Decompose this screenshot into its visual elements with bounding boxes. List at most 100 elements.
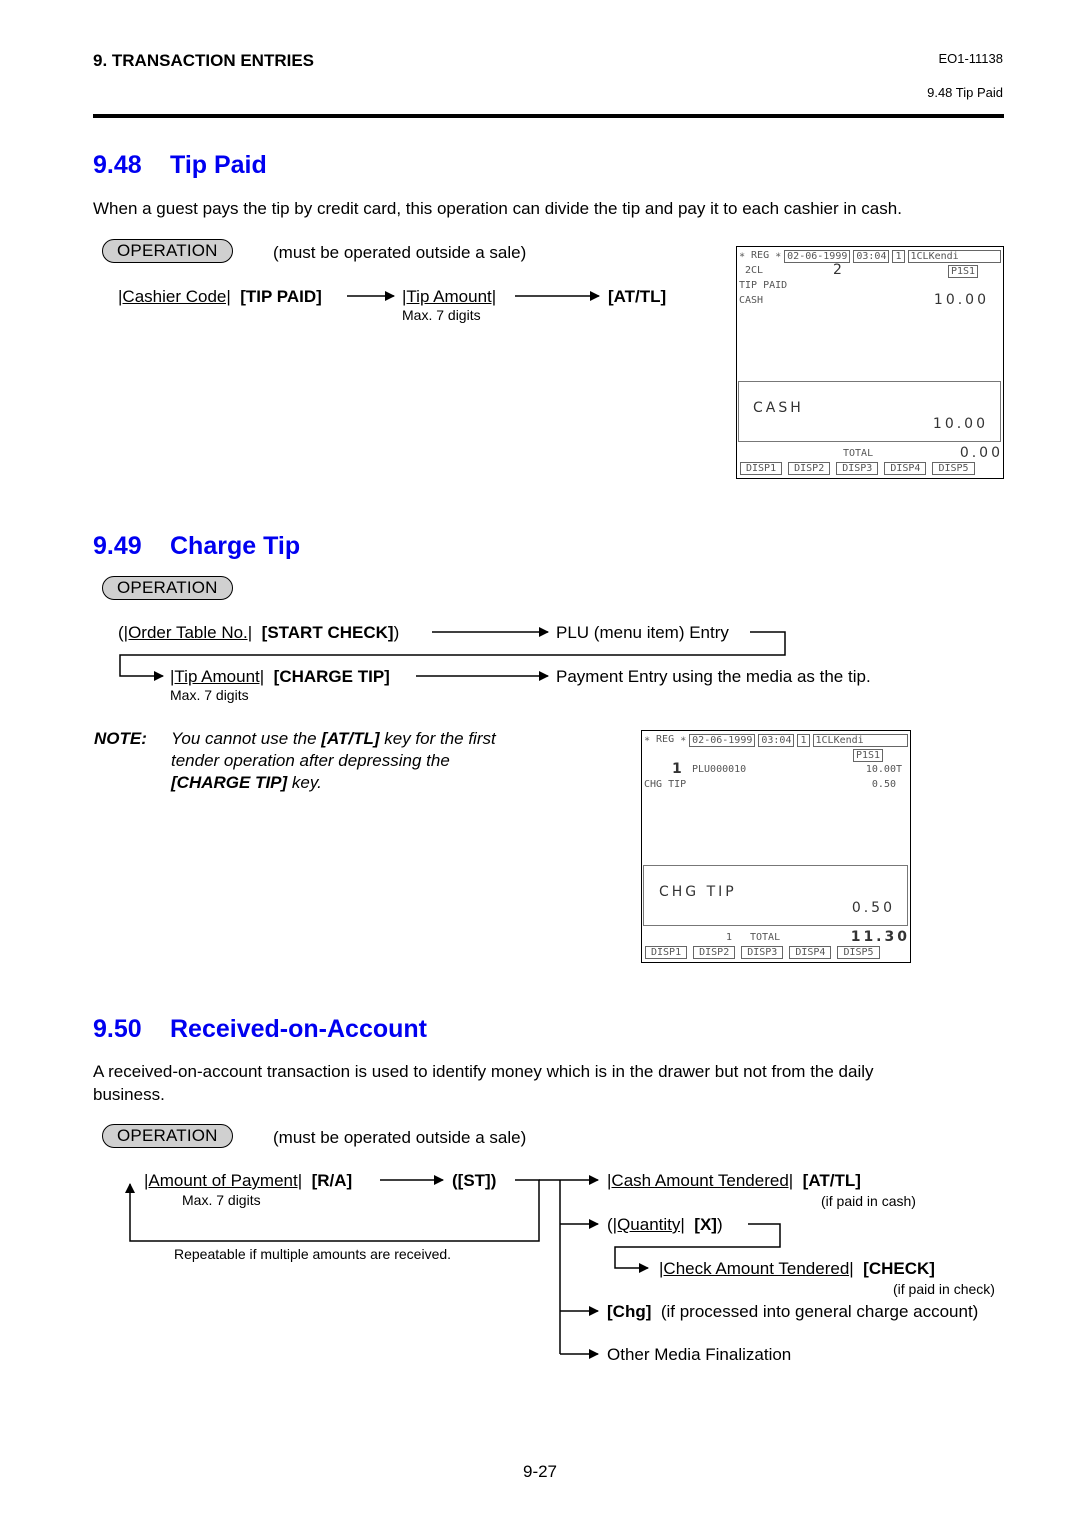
screen-date: 02-06-1999 xyxy=(689,734,756,747)
operation-badge: OPERATION xyxy=(102,239,233,263)
disp-button-bar: DISP1 DISP2 DISP3 DISP4 DISP5 xyxy=(740,462,975,475)
note-key-at-tl: [AT/TL] xyxy=(321,729,380,748)
cashier-code-entry: |Cashier Code| xyxy=(118,287,231,306)
total-count: 1 xyxy=(726,932,733,943)
quantity-step: (|Quantity| [X]) xyxy=(607,1215,723,1235)
at-tl-key: [AT/TL] xyxy=(608,287,667,306)
screen-terminal: 1 xyxy=(797,734,810,747)
section-title-received-on-account: 9.50 Received-on-Account xyxy=(93,1015,427,1044)
section-number: 9.48 xyxy=(93,151,142,179)
total-value: 0.00 xyxy=(959,445,1003,461)
lcd-display: CHG TIP 0.50 xyxy=(643,865,908,926)
st-key: ([ST]) xyxy=(452,1171,497,1190)
section-number: 9.50 xyxy=(93,1015,142,1043)
total-label: TOTAL xyxy=(750,932,781,943)
screen-terminal: 1 xyxy=(892,250,905,263)
section-heading: Received-on-Account xyxy=(170,1015,427,1043)
disp2-button[interactable]: DISP2 xyxy=(693,946,736,959)
ra-key: [R/A] xyxy=(311,1171,353,1190)
screen-count: 2 xyxy=(833,262,845,278)
chapter-title: 9. TRANSACTION ENTRIES xyxy=(93,51,315,70)
amount-of-payment-entry: |Amount of Payment| xyxy=(144,1171,303,1190)
at-tl-key: [AT/TL] xyxy=(802,1171,861,1190)
screen-mode: ∗ REG ∗ xyxy=(644,734,687,745)
note-block: NOTE: You cannot use the [AT/TL] key for … xyxy=(94,728,496,794)
screen-price-level: P1S1 xyxy=(853,749,884,762)
screen-time: 03:04 xyxy=(758,734,795,747)
roa-description-line2: business. xyxy=(93,1085,165,1104)
header-rule xyxy=(93,114,1004,118)
disp-button-bar: DISP1 DISP2 DISP3 DISP4 DISP5 xyxy=(645,946,880,959)
cash-amount-tendered-entry: |Cash Amount Tendered| xyxy=(607,1171,794,1190)
screen-price-level: P1S1 xyxy=(948,265,979,278)
max-digits-note: Max. 7 digits xyxy=(402,307,481,323)
check-key: [CHECK] xyxy=(863,1259,935,1278)
section-heading: Tip Paid xyxy=(170,151,267,179)
pos-screen-tip-paid: ∗ REG ∗ 02-06-1999 03:04 1 1CLKendi 2CL … xyxy=(736,246,1004,479)
note-text: You cannot use the xyxy=(171,729,322,748)
if-cash-note: (if paid in cash) xyxy=(821,1193,916,1209)
document-id: EO1-11138 xyxy=(938,51,1003,66)
screen-line-cash: CASH xyxy=(739,295,764,306)
disp3-button[interactable]: DISP3 xyxy=(836,462,879,475)
lcd-value: 0.50 xyxy=(851,900,895,916)
section-number: 9.49 xyxy=(93,532,142,560)
disp4-button[interactable]: DISP4 xyxy=(884,462,927,475)
disp1-button[interactable]: DISP1 xyxy=(740,462,783,475)
item-value: 10.00T xyxy=(865,764,902,775)
note-text: key. xyxy=(287,773,322,792)
screen-mode: ∗ REG ∗ xyxy=(739,250,782,261)
section-reference: 9.48 Tip Paid xyxy=(927,85,1003,100)
x-key: [X] xyxy=(694,1215,717,1234)
check-amount-tendered-entry: |Check Amount Tendered| xyxy=(659,1259,854,1278)
tip-amount-entry: |Tip Amount| xyxy=(402,287,497,306)
disp2-button[interactable]: DISP2 xyxy=(788,462,831,475)
operation-badge: OPERATION xyxy=(102,1124,233,1148)
tip-paid-flow-step1: |Cashier Code| [TIP PAID] xyxy=(118,287,322,307)
total-value: 11.30 xyxy=(850,929,910,945)
if-check-note: (if paid in check) xyxy=(893,1281,995,1297)
start-check-key: [START CHECK] xyxy=(261,623,394,642)
chg-step: [Chg] (if processed into general charge … xyxy=(607,1302,978,1322)
note-label: NOTE: xyxy=(94,729,147,748)
check-tender-step: |Check Amount Tendered| [CHECK] xyxy=(659,1259,935,1279)
operation-label: OPERATION xyxy=(102,1124,233,1148)
screen-cash-amount: 10.00 xyxy=(933,292,989,308)
total-label: TOTAL xyxy=(843,448,874,459)
tip-amount-entry: |Tip Amount| xyxy=(170,667,265,686)
max-digits-note: Max. 7 digits xyxy=(182,1192,261,1208)
page-number: 9-27 xyxy=(522,1462,558,1481)
disp4-button[interactable]: DISP4 xyxy=(789,946,832,959)
disp3-button[interactable]: DISP3 xyxy=(741,946,784,959)
close-paren: ) xyxy=(393,623,400,642)
charge-tip-key: [CHARGE TIP] xyxy=(273,667,390,686)
lcd-display: CASH 10.00 xyxy=(738,381,1001,442)
operation-note: (must be operated outside a sale) xyxy=(273,243,527,262)
item-quantity: 1 xyxy=(672,761,685,777)
screen-cashier: 1CLKendi xyxy=(812,734,908,747)
note-text: key for the first xyxy=(379,729,496,748)
operation-label: OPERATION xyxy=(102,576,233,600)
screen-line-tip-paid: TIP PAID xyxy=(739,280,788,291)
order-table-entry: |Order Table No.| xyxy=(123,623,253,642)
disp5-button[interactable]: DISP5 xyxy=(837,946,880,959)
disp5-button[interactable]: DISP5 xyxy=(932,462,975,475)
note-key-charge-tip: [CHARGE TIP] xyxy=(171,773,288,792)
close-paren: ) xyxy=(716,1215,723,1234)
screen-time: 03:04 xyxy=(853,250,890,263)
tip-paid-description: When a guest pays the tip by credit card… xyxy=(93,199,902,218)
chg-key: [Chg] xyxy=(607,1302,652,1321)
roa-flow-step1: |Amount of Payment| [R/A] xyxy=(144,1171,352,1191)
operation-badge: OPERATION xyxy=(102,576,233,600)
roa-description-line1: A received-on-account transaction is use… xyxy=(93,1062,874,1081)
lcd-value: 10.00 xyxy=(932,416,988,432)
operation-label: OPERATION xyxy=(102,239,233,263)
charge-tip-flow-step1: (|Order Table No.| [START CHECK]) xyxy=(118,623,399,643)
chg-note: (if processed into general charge accoun… xyxy=(660,1302,979,1321)
pos-screen-charge-tip: ∗ REG ∗ 02-06-1999 03:04 1 1CLKendi P1S1… xyxy=(641,730,911,963)
other-media-step: Other Media Finalization xyxy=(607,1345,792,1364)
disp1-button[interactable]: DISP1 xyxy=(645,946,688,959)
charge-tip-flow-step2: |Tip Amount| [CHARGE TIP] xyxy=(170,667,390,687)
screen-chg-tip-amount: 0.50 xyxy=(871,779,896,790)
section-heading: Charge Tip xyxy=(170,532,301,560)
